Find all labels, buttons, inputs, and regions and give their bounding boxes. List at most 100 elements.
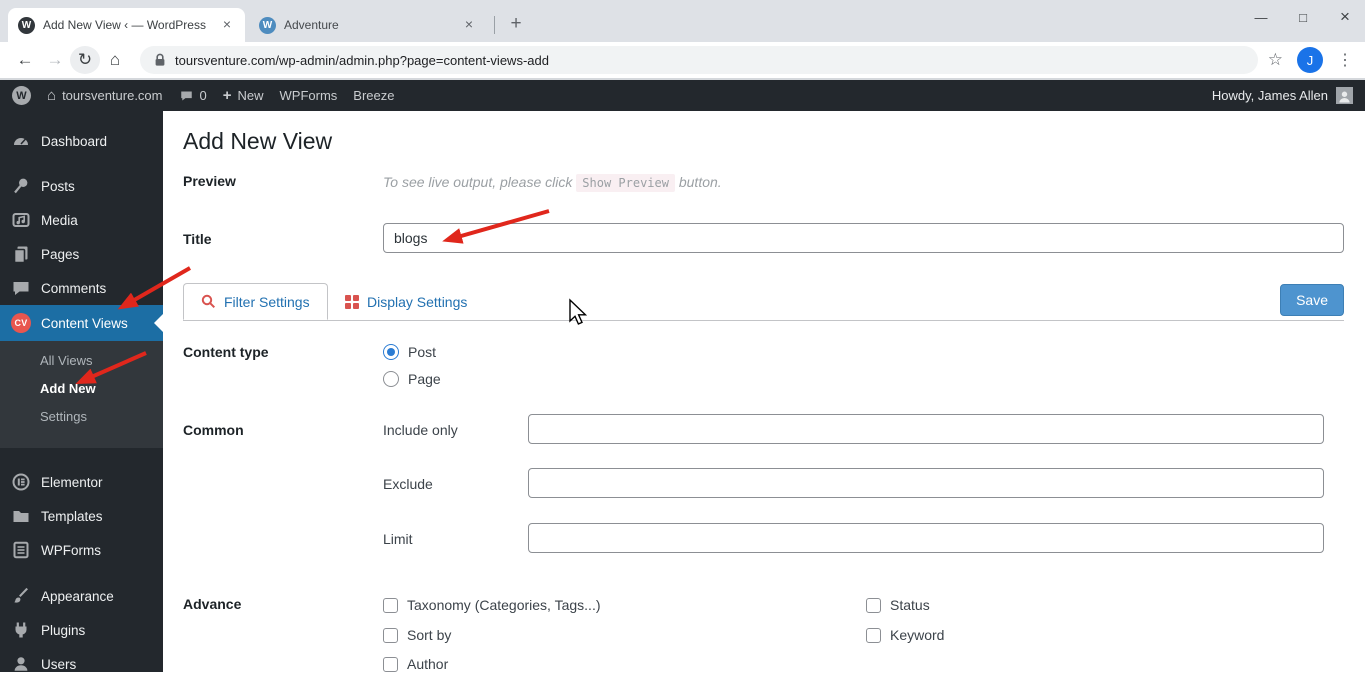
radio-label: Post bbox=[408, 344, 437, 360]
checkbox-keyword[interactable]: Keyword bbox=[866, 627, 944, 643]
checkbox-label: Sort by bbox=[407, 627, 452, 643]
sidebar-item-media[interactable]: Media bbox=[0, 203, 163, 237]
sidebar-item-templates[interactable]: Templates bbox=[0, 499, 163, 533]
admin-bar-site-name[interactable]: ⌂ toursventure.com bbox=[47, 87, 163, 104]
checkbox-icon[interactable] bbox=[383, 656, 398, 672]
media-icon bbox=[12, 213, 30, 227]
forward-icon[interactable]: → bbox=[40, 46, 70, 74]
elementor-icon bbox=[12, 473, 30, 491]
radio-post[interactable]: Post bbox=[383, 344, 436, 360]
exclude-input[interactable] bbox=[528, 468, 1324, 498]
checkbox-label: Status bbox=[890, 597, 930, 613]
tab-display-settings[interactable]: Display Settings bbox=[328, 283, 484, 320]
sidebar-item-label: Users bbox=[41, 656, 77, 672]
sidebar-item-label: Posts bbox=[41, 178, 75, 194]
howdy-account-link[interactable]: Howdy, James Allen bbox=[1212, 88, 1328, 103]
checkbox-label: Keyword bbox=[890, 627, 945, 643]
sidebar-item-label: Plugins bbox=[41, 622, 86, 638]
checkbox-sort-by[interactable]: Sort by bbox=[383, 627, 451, 643]
browser-window: W Add New View ‹ — WordPress × W Adventu… bbox=[0, 0, 1365, 674]
sidebar-item-content-views[interactable]: CV Content Views bbox=[0, 305, 163, 341]
browser-tab-strip: W Add New View ‹ — WordPress × W Adventu… bbox=[0, 0, 1365, 42]
sidebar-item-plugins[interactable]: Plugins bbox=[0, 613, 163, 647]
browser-menu-icon[interactable]: ⋮ bbox=[1337, 50, 1353, 70]
admin-bar-breeze[interactable]: Breeze bbox=[353, 88, 394, 103]
tab-separator bbox=[494, 16, 495, 34]
home-icon: ⌂ bbox=[47, 87, 57, 104]
sidebar-item-label: Templates bbox=[41, 508, 103, 524]
checkbox-author[interactable]: Author bbox=[383, 656, 448, 672]
sidebar-item-label: Content Views bbox=[41, 315, 128, 331]
tab-close-icon[interactable]: × bbox=[219, 17, 235, 33]
admin-bar-comments[interactable]: 0 bbox=[179, 88, 207, 103]
form-icon bbox=[13, 541, 29, 559]
sidebar-item-users[interactable]: Users bbox=[0, 647, 163, 674]
checkbox-icon[interactable] bbox=[866, 627, 881, 643]
submenu-item-all-views[interactable]: All Views bbox=[0, 347, 163, 375]
include-only-input[interactable] bbox=[528, 414, 1324, 444]
save-button[interactable]: Save bbox=[1280, 284, 1344, 316]
checkbox-icon[interactable] bbox=[383, 597, 398, 613]
minimize-icon[interactable]: — bbox=[1253, 10, 1269, 25]
content-type-label: Content type bbox=[183, 344, 269, 360]
user-avatar[interactable] bbox=[1336, 87, 1353, 104]
plus-icon: + bbox=[222, 87, 232, 104]
wp-admin-sidebar: Dashboard Posts Media Pages Comments CV … bbox=[0, 111, 163, 672]
sidebar-item-appearance[interactable]: Appearance bbox=[0, 579, 163, 613]
tab-label: Filter Settings bbox=[224, 293, 310, 310]
admin-bar-wpforms[interactable]: WPForms bbox=[280, 88, 338, 103]
search-icon bbox=[201, 294, 216, 309]
tab-filter-settings[interactable]: Filter Settings bbox=[183, 283, 328, 320]
reload-icon[interactable]: ↻ bbox=[70, 46, 100, 74]
url-address-bar[interactable]: toursventure.com/wp-admin/admin.php?page… bbox=[140, 46, 1258, 74]
checkbox-icon[interactable] bbox=[866, 597, 881, 613]
submenu-item-add-new[interactable]: Add New bbox=[0, 375, 163, 403]
limit-input[interactable] bbox=[528, 523, 1324, 553]
sidebar-item-label: Dashboard bbox=[41, 133, 108, 149]
sidebar-item-elementor[interactable]: Elementor bbox=[0, 465, 163, 499]
title-input[interactable] bbox=[383, 223, 1344, 253]
show-preview-code: Show Preview bbox=[576, 174, 675, 192]
checkbox-icon[interactable] bbox=[383, 627, 398, 643]
grid-icon bbox=[345, 294, 359, 309]
lock-icon bbox=[155, 53, 165, 66]
tab-title: Add New View ‹ — WordPress bbox=[43, 18, 206, 32]
folder-icon bbox=[13, 511, 29, 522]
sidebar-item-label: Pages bbox=[41, 246, 80, 262]
browser-profile-avatar[interactable]: J bbox=[1297, 47, 1323, 73]
maximize-icon[interactable]: □ bbox=[1295, 10, 1311, 25]
checkbox-taxonomy[interactable]: Taxonomy (Categories, Tags...) bbox=[383, 597, 601, 613]
new-tab-button[interactable]: + bbox=[503, 11, 529, 37]
checkbox-status[interactable]: Status bbox=[866, 597, 930, 613]
main-content: Add New View Preview To see live output,… bbox=[163, 111, 1365, 672]
paintbrush-icon bbox=[14, 587, 28, 603]
sidebar-item-posts[interactable]: Posts bbox=[0, 169, 163, 203]
site-name-label: toursventure.com bbox=[62, 88, 163, 103]
submenu-item-settings[interactable]: Settings bbox=[0, 403, 163, 431]
back-icon[interactable]: ← bbox=[10, 46, 40, 74]
sidebar-item-comments[interactable]: Comments bbox=[0, 271, 163, 305]
admin-bar-new[interactable]: + New bbox=[223, 87, 264, 104]
radio-unselected-icon[interactable] bbox=[383, 371, 399, 387]
close-icon[interactable]: × bbox=[1337, 7, 1353, 27]
sidebar-item-wpforms[interactable]: WPForms bbox=[0, 533, 163, 567]
comment-bubble-icon bbox=[180, 90, 192, 101]
home-icon[interactable]: ⌂ bbox=[100, 46, 130, 74]
sidebar-item-dashboard[interactable]: Dashboard bbox=[0, 124, 163, 158]
wordpress-logo-icon[interactable]: W bbox=[12, 86, 31, 105]
bookmark-star-icon[interactable]: ☆ bbox=[1268, 50, 1283, 70]
tab-label: Display Settings bbox=[367, 293, 468, 310]
sidebar-item-label: Appearance bbox=[41, 588, 114, 604]
title-label: Title bbox=[183, 231, 212, 247]
pages-icon bbox=[13, 246, 28, 264]
tab-close-icon[interactable]: × bbox=[461, 17, 477, 33]
browser-tab-adventure[interactable]: W Adventure × bbox=[249, 8, 487, 42]
radio-page[interactable]: Page bbox=[383, 371, 441, 387]
plug-icon bbox=[15, 622, 27, 638]
sidebar-item-label: Media bbox=[41, 212, 78, 228]
browser-tab-wordpress[interactable]: W Add New View ‹ — WordPress × bbox=[8, 8, 245, 42]
include-only-label: Include only bbox=[383, 422, 458, 438]
radio-selected-icon[interactable] bbox=[383, 344, 399, 360]
sidebar-item-pages[interactable]: Pages bbox=[0, 237, 163, 271]
preview-hint-before: To see live output, please click bbox=[383, 174, 573, 190]
